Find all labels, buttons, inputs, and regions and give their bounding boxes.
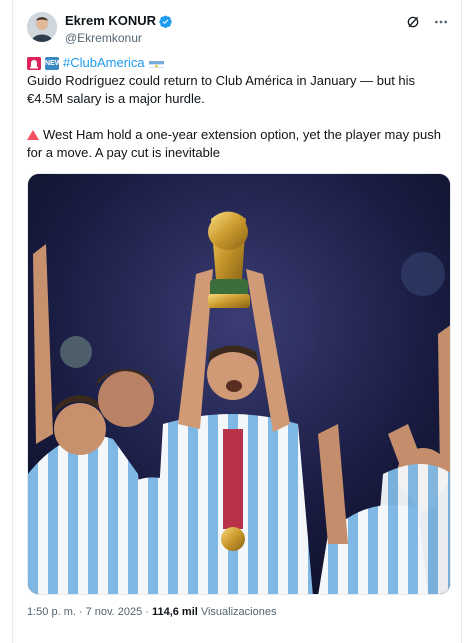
avatar[interactable]	[27, 12, 57, 42]
hashtag-link[interactable]: #ClubAmerica	[63, 54, 145, 72]
meta-separator-2: ·	[145, 606, 149, 618]
tweet-meta: 1:50 p. m. · 7 nov. 2025 · 114,6 mil Vis…	[27, 606, 276, 618]
author-name[interactable]: Ekrem KONUR	[65, 13, 156, 29]
grok-icon[interactable]	[405, 14, 421, 30]
post-time[interactable]: 1:50 p. m.	[27, 606, 76, 618]
new-badge-icon: NEW	[45, 56, 61, 70]
tweet-paragraph-2-text: West Ham hold a one-year extension optio…	[27, 127, 441, 160]
more-options-icon[interactable]	[433, 14, 449, 30]
views-label: Visualizaciones	[200, 606, 277, 618]
tweet-card: Ekrem KONUR @Ekremkonur NEW #ClubAmerica	[12, 0, 462, 643]
red-triangle-icon	[27, 130, 39, 140]
views-count: 114,6 mil	[151, 606, 198, 618]
header-actions	[405, 14, 449, 30]
author-block: Ekrem KONUR @Ekremkonur	[65, 12, 172, 46]
post-date[interactable]: 7 nov. 2025	[86, 606, 143, 618]
author-name-row[interactable]: Ekrem KONUR	[65, 13, 172, 29]
siren-emoji-icon	[27, 56, 41, 70]
tweet-paragraph-1: Guido Rodríguez could return to Club Amé…	[27, 73, 416, 106]
tweet-paragraph-2: West Ham hold a one-year extension optio…	[27, 126, 452, 162]
tweet-photo[interactable]	[27, 173, 451, 595]
tweet-header: Ekrem KONUR @Ekremkonur	[27, 12, 449, 48]
argentina-flag-icon	[148, 58, 164, 68]
hashtag-line: NEW #ClubAmerica	[27, 54, 452, 72]
author-handle[interactable]: @Ekremkonur	[65, 30, 172, 46]
tweet-text: NEW #ClubAmerica Guido Rodríguez could r…	[27, 54, 452, 162]
verified-badge-icon	[159, 15, 172, 28]
meta-separator: ·	[78, 606, 83, 618]
